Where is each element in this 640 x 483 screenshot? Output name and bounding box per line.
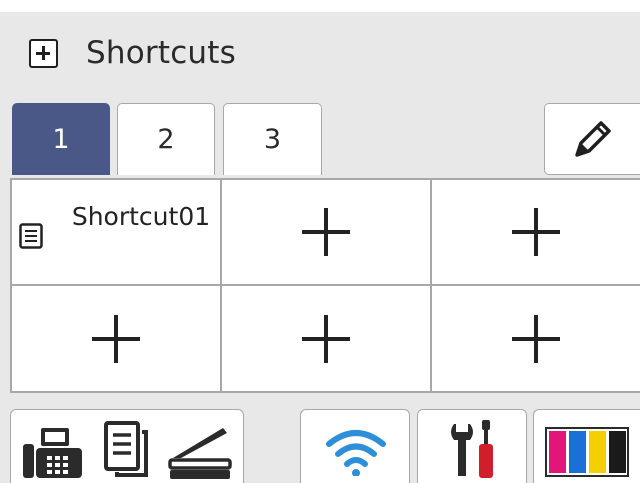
shortcut-grid: Shortcut01 (10, 178, 640, 393)
tab-2-label: 2 (157, 124, 175, 155)
shortcut-cell-1[interactable]: Shortcut01 (12, 180, 220, 284)
wifi-icon (326, 430, 386, 476)
tab-3[interactable]: 3 (223, 103, 322, 175)
wifi-button[interactable] (300, 409, 410, 483)
copy-icon (104, 421, 148, 477)
functions-button[interactable] (10, 409, 244, 483)
add-shortcut-cell-6[interactable] (432, 286, 640, 391)
add-shortcut-cell-4[interactable] (12, 286, 220, 391)
copy-document-icon (19, 223, 43, 249)
plus-icon (512, 208, 560, 256)
add-shortcut-cell-5[interactable] (222, 286, 430, 391)
add-shortcut-cell-3[interactable] (432, 180, 640, 284)
settings-button[interactable] (417, 409, 527, 483)
add-shortcut-cell-2[interactable] (222, 180, 430, 284)
plus-icon (512, 314, 560, 363)
tab-1-label: 1 (52, 124, 70, 155)
scan-icon (168, 428, 232, 479)
tab-2[interactable]: 2 (117, 103, 215, 175)
edit-button[interactable] (544, 103, 640, 175)
pencil-icon (574, 121, 611, 157)
ink-button[interactable] (533, 409, 640, 483)
plus-icon (92, 314, 140, 363)
screen: Shortcuts 1 2 3 Shortcut01 (0, 0, 640, 483)
tools-icon (451, 420, 493, 478)
fax-icon (23, 428, 82, 478)
tab-3-label: 3 (263, 124, 282, 155)
plus-icon (302, 314, 350, 363)
page-title: Shortcuts (86, 35, 236, 71)
plus-icon (302, 208, 350, 256)
tab-1[interactable]: 1 (12, 103, 110, 175)
add-box-icon (29, 39, 58, 68)
shortcut-label: Shortcut01 (71, 202, 211, 231)
ink-icon (545, 427, 629, 477)
